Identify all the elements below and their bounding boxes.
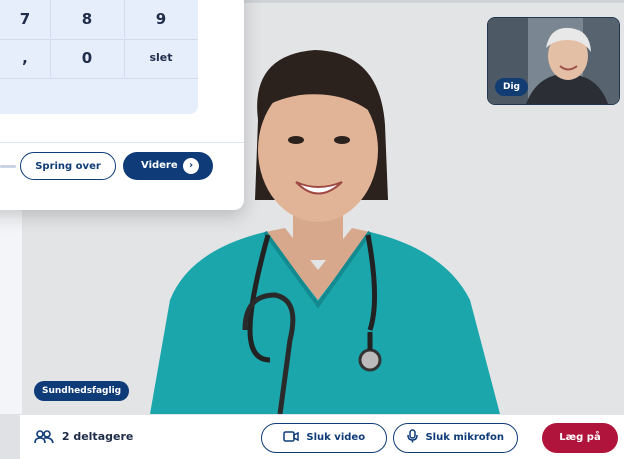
self-view-label: Dig (495, 78, 528, 96)
toggle-video-label: Sluk video (306, 432, 366, 443)
key-9[interactable]: 9 (124, 0, 198, 38)
keypad: 7 8 9 , 0 slet (0, 0, 198, 114)
participants-label: 2 deltagere (61, 430, 134, 443)
hang-up-button[interactable]: Læg på (542, 423, 618, 453)
key-comma[interactable]: , (0, 39, 51, 77)
remote-participant-label: Sundhedsfaglig (34, 381, 130, 401)
progress-indicator (0, 165, 16, 168)
key-0[interactable]: 0 (50, 39, 125, 77)
dialog-footer: Spring over Videre › (0, 142, 244, 191)
keypad-dialog: 7 8 9 , 0 slet Spring over Videre › (0, 0, 244, 210)
skip-button[interactable]: Spring over (20, 152, 116, 180)
next-button[interactable]: Videre › (123, 152, 213, 180)
chevron-right-icon: › (183, 158, 199, 174)
self-view[interactable]: Dig (487, 17, 620, 105)
keypad-row: , 0 slet (0, 39, 198, 79)
people-icon (34, 430, 54, 444)
call-controls-bar: 2 deltagere Sluk video Sluk mikrofon Læg… (20, 414, 624, 459)
key-7[interactable]: 7 (0, 0, 51, 38)
video-camera-icon (283, 430, 299, 442)
keypad-row: 7 8 9 (0, 0, 198, 40)
toggle-video-button[interactable]: Sluk video (261, 423, 387, 453)
key-delete[interactable]: slet (124, 39, 198, 77)
microphone-icon (407, 429, 418, 443)
key-8[interactable]: 8 (50, 0, 125, 38)
toggle-microphone-label: Sluk mikrofon (425, 432, 504, 443)
toggle-microphone-button[interactable]: Sluk mikrofon (393, 423, 518, 453)
next-button-label: Videre (141, 160, 178, 171)
participants-button[interactable]: 2 deltagere (34, 415, 133, 459)
